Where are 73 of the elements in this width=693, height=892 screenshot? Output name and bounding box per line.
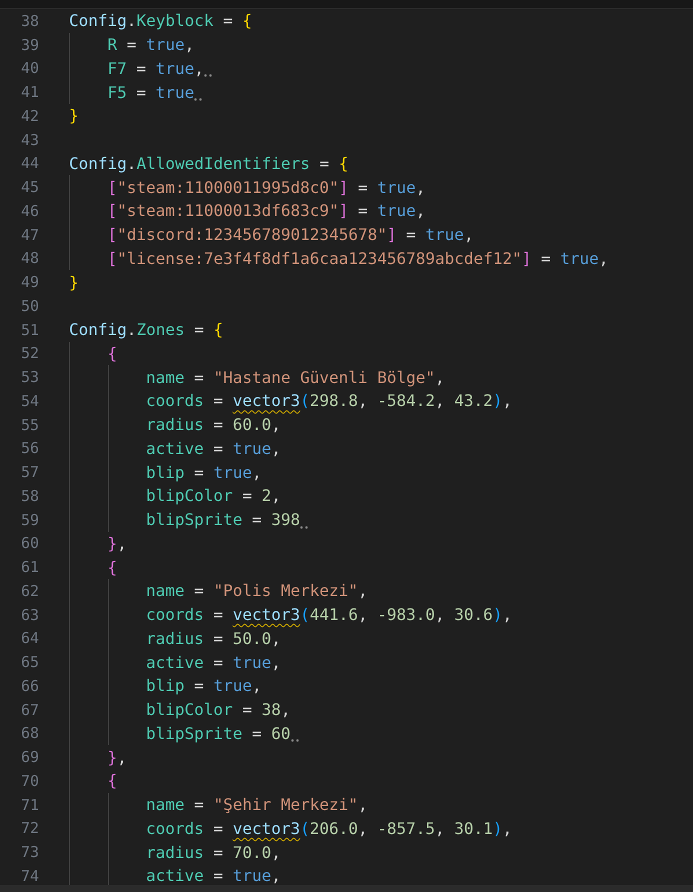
code-line: coords = vector3(206.0, -857.5, 30.1), bbox=[146, 818, 512, 838]
code-line: F7 = true, bbox=[108, 58, 204, 78]
code-line: ["license:7e3f4f8df1a6caa123456789abcdef12"] = true, bbox=[108, 248, 608, 268]
code-line: R = true, bbox=[108, 35, 194, 54]
code-line: active = true, bbox=[146, 652, 281, 672]
code-line: coords = vector3(441.6, -983.0, 30.6), bbox=[146, 605, 512, 624]
line-number: 70 bbox=[20, 772, 39, 790]
code-line: blipSprite = 60 bbox=[146, 724, 290, 743]
line-number: 49 bbox=[20, 273, 39, 292]
code-line: }, bbox=[108, 534, 127, 553]
code-line: } bbox=[69, 106, 79, 126]
line-number: 58 bbox=[20, 486, 39, 505]
line-number: 71 bbox=[20, 796, 39, 814]
line-number: 63 bbox=[20, 606, 39, 624]
code-line: radius = 70.0, bbox=[146, 842, 281, 862]
code-line: active = true, bbox=[146, 438, 281, 458]
line-number: 38 bbox=[20, 12, 39, 30]
code-line: Config.Keyblock = { bbox=[69, 11, 252, 30]
line-number: 52 bbox=[20, 344, 39, 362]
code-line: Config.AllowedIdentifiers = { bbox=[69, 154, 348, 173]
code-line: Config.Zones = { bbox=[69, 320, 224, 340]
code-line: name = "Polis Merkezi", bbox=[146, 581, 368, 600]
code-line: radius = 50.0, bbox=[146, 628, 281, 648]
line-number: 50 bbox=[20, 296, 39, 315]
line-number: 46 bbox=[20, 202, 39, 220]
code-line: ["steam:11000011995d8c0"] = true, bbox=[108, 178, 426, 197]
line-number: 57 bbox=[20, 463, 39, 482]
line-number: 54 bbox=[20, 392, 39, 410]
code-line: ["steam:11000013df683c9"] = true, bbox=[108, 201, 426, 220]
line-number: 64 bbox=[20, 629, 39, 648]
line-number: 73 bbox=[20, 843, 39, 862]
line-number: 51 bbox=[20, 320, 39, 339]
code-line: { bbox=[108, 771, 118, 790]
line-number: 62 bbox=[20, 582, 39, 600]
line-number: 53 bbox=[20, 368, 39, 386]
line-number: 44 bbox=[20, 154, 39, 172]
line-number: 74 bbox=[20, 866, 39, 885]
line-number: 68 bbox=[20, 724, 39, 742]
code-line: { bbox=[108, 558, 118, 577]
code-line: blip = true, bbox=[146, 676, 262, 696]
line-number: 43 bbox=[20, 130, 39, 149]
code-line: name = "Hastane Güvenli Bölge", bbox=[146, 368, 445, 387]
line-number: 61 bbox=[20, 558, 39, 576]
line-number: 45 bbox=[20, 178, 39, 196]
line-number: 42 bbox=[20, 106, 39, 125]
code-line: ["discord:123456789012345678"] = true, bbox=[108, 225, 474, 244]
code-line: blipColor = 38, bbox=[146, 700, 291, 720]
code-line: blipSprite = 398 bbox=[146, 510, 300, 530]
line-number: 69 bbox=[20, 748, 39, 766]
code-line: }, bbox=[108, 748, 127, 767]
line-number: 67 bbox=[20, 700, 39, 719]
line-number: 40 bbox=[20, 59, 39, 78]
code-line: active = true, bbox=[146, 866, 281, 885]
code-line: blipColor = 2, bbox=[146, 486, 281, 506]
line-number: 60 bbox=[20, 534, 39, 552]
line-number: 66 bbox=[20, 676, 39, 695]
code-line: } bbox=[69, 272, 79, 292]
line-number: 47 bbox=[20, 226, 39, 244]
line-number: 55 bbox=[20, 416, 39, 434]
line-number: 39 bbox=[20, 36, 39, 54]
code-line: F5 = true bbox=[108, 82, 194, 102]
code-line: { bbox=[108, 344, 118, 363]
code-line: radius = 60.0, bbox=[146, 415, 281, 434]
line-number: 65 bbox=[20, 653, 39, 672]
code-line: blip = true, bbox=[146, 462, 262, 482]
line-number: 72 bbox=[20, 819, 39, 838]
line-number: 56 bbox=[20, 439, 39, 458]
line-number: 48 bbox=[20, 249, 39, 268]
code-line: coords = vector3(298.8, -584.2, 43.2), bbox=[146, 391, 512, 410]
code-line: name = "Şehir Merkezi", bbox=[146, 795, 368, 814]
scrollbar[interactable] bbox=[0, 885, 693, 892]
line-number: 41 bbox=[20, 83, 39, 102]
line-number: 59 bbox=[20, 510, 39, 529]
